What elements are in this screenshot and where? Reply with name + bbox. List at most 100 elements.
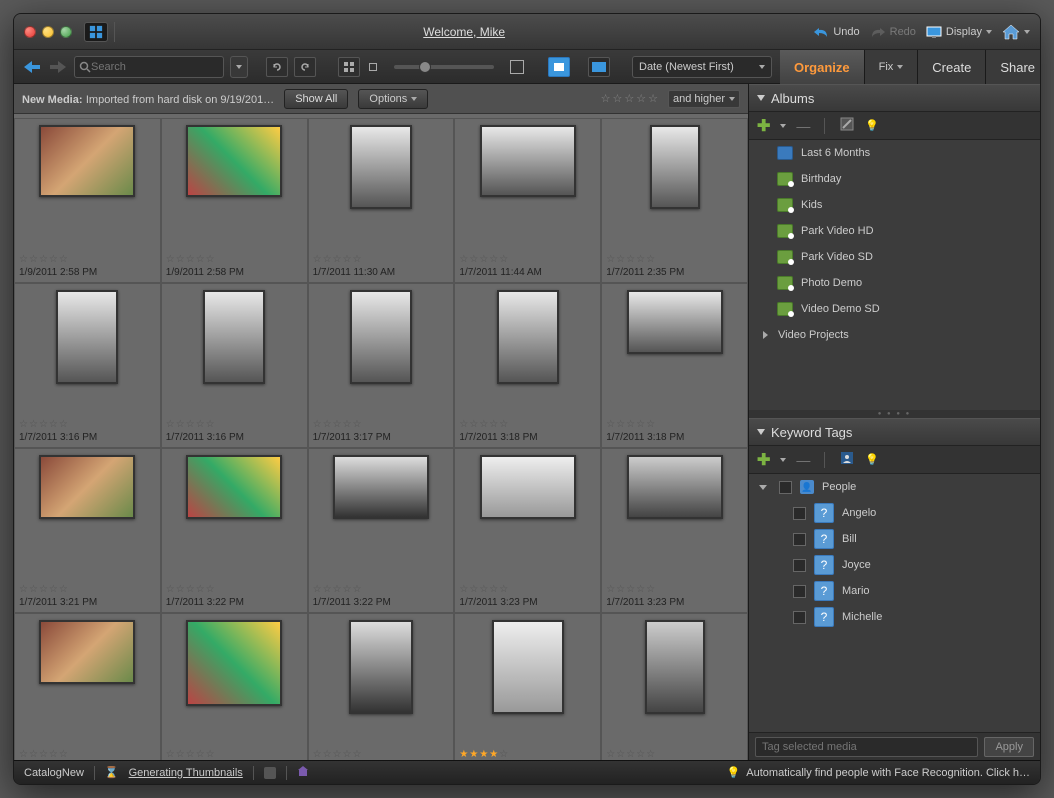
thumbnail-cell[interactable]: ☆☆☆☆☆1/7/2011 3:21 PM bbox=[14, 448, 161, 613]
checkbox[interactable] bbox=[793, 611, 806, 624]
close-window-button[interactable] bbox=[24, 26, 36, 38]
nav-back-button[interactable] bbox=[22, 59, 42, 75]
album-item[interactable]: Park Video HD bbox=[749, 218, 1040, 244]
thumbnail-image[interactable] bbox=[645, 620, 705, 714]
status-icon[interactable] bbox=[264, 767, 276, 779]
thumbnail-cell[interactable]: ★★★★☆1/5/2011 4:49 PM bbox=[454, 613, 601, 760]
thumbnail-cell[interactable]: ☆☆☆☆☆1/7/2011 3:22 PM bbox=[308, 448, 455, 613]
album-item[interactable]: Birthday bbox=[749, 166, 1040, 192]
thumbnail-cell[interactable]: ☆☆☆☆☆1/7/2011 11:30 AM bbox=[308, 118, 455, 283]
tab-share[interactable]: Share bbox=[986, 50, 1041, 84]
thumbnail-cell[interactable]: ☆☆☆☆☆1/7/2011 3:16 PM bbox=[161, 283, 308, 448]
add-album-button[interactable]: ✚ bbox=[757, 116, 770, 136]
status-tip[interactable]: Automatically find people with Face Reco… bbox=[746, 767, 1030, 779]
thumbnail-image[interactable] bbox=[480, 125, 576, 197]
thumbnail-cell[interactable]: ☆☆☆☆☆1/7/2011 11:44 AM bbox=[454, 118, 601, 283]
rating-stars[interactable]: ☆☆☆☆☆ bbox=[166, 749, 303, 760]
show-all-button[interactable]: Show All bbox=[284, 89, 348, 109]
options-menu[interactable]: Options bbox=[358, 89, 428, 109]
album-item[interactable]: Video Projects bbox=[749, 322, 1040, 348]
edit-album-button[interactable] bbox=[839, 116, 855, 135]
display-menu[interactable]: Display bbox=[926, 26, 992, 38]
checkbox[interactable] bbox=[793, 559, 806, 572]
person-tag-item[interactable]: ?Bill bbox=[749, 526, 1040, 552]
thumbnail-cell[interactable]: ☆☆☆☆☆1/7/2011 3:23 PM bbox=[14, 613, 161, 760]
rating-stars[interactable]: ☆☆☆☆☆ bbox=[606, 254, 743, 265]
rating-stars[interactable]: ☆☆☆☆☆ bbox=[166, 254, 303, 265]
checkbox[interactable] bbox=[793, 585, 806, 598]
thumbnail-image[interactable] bbox=[39, 125, 135, 197]
app-menu-icon[interactable] bbox=[84, 22, 108, 42]
thumbnail-image[interactable] bbox=[350, 290, 412, 384]
thumbnail-image[interactable] bbox=[186, 455, 282, 519]
thumbnail-cell[interactable]: ☆☆☆☆☆1/7/2011 3:17 PM bbox=[308, 283, 455, 448]
slider-thumb[interactable] bbox=[419, 61, 431, 73]
redo-button[interactable]: Redo bbox=[870, 26, 916, 38]
tab-fix[interactable]: Fix bbox=[865, 50, 919, 84]
thumbnail-image[interactable] bbox=[650, 125, 700, 209]
rating-stars[interactable]: ☆☆☆☆☆ bbox=[166, 419, 303, 430]
rating-stars[interactable]: ☆☆☆☆☆ bbox=[606, 419, 743, 430]
thumbnail-image[interactable] bbox=[349, 620, 413, 714]
tags-panel-header[interactable]: Keyword Tags bbox=[749, 418, 1040, 446]
thumbnail-cell[interactable]: ☆☆☆☆☆1/7/2011 3:23 PM bbox=[601, 448, 748, 613]
thumbnail-image[interactable] bbox=[627, 455, 723, 519]
thumbnail-image[interactable] bbox=[39, 455, 135, 519]
rating-stars[interactable]: ☆☆☆☆☆ bbox=[19, 749, 156, 760]
person-tag-item[interactable]: ?Michelle bbox=[749, 604, 1040, 630]
thumbnail-cell[interactable]: ☆☆☆☆☆1/6/2011 1:42 PM bbox=[161, 613, 308, 760]
rating-stars[interactable]: ☆☆☆☆☆ bbox=[606, 584, 743, 595]
search-input[interactable] bbox=[91, 61, 219, 73]
thumbnail-cell[interactable]: ☆☆☆☆☆1/1/2011 3:42 PM bbox=[601, 613, 748, 760]
album-item[interactable]: Last 6 Months bbox=[749, 140, 1040, 166]
thumbnail-image[interactable] bbox=[350, 125, 412, 209]
thumbnail-image[interactable] bbox=[186, 620, 282, 706]
tip-icon[interactable]: 💡 bbox=[865, 453, 879, 466]
home-status-icon[interactable] bbox=[297, 765, 309, 780]
view-single-button[interactable] bbox=[548, 57, 570, 77]
albums-panel-header[interactable]: Albums bbox=[749, 84, 1040, 112]
person-tag-item[interactable]: ?Joyce bbox=[749, 552, 1040, 578]
thumbnail-cell[interactable]: ☆☆☆☆☆1/7/2011 2:35 PM bbox=[601, 118, 748, 283]
panel-resize-grip[interactable]: ● ● ● ● bbox=[749, 410, 1040, 418]
search-field[interactable] bbox=[74, 56, 224, 78]
tab-create[interactable]: Create bbox=[918, 50, 986, 84]
view-grid-button[interactable] bbox=[338, 57, 360, 77]
apply-tag-button[interactable]: Apply bbox=[984, 737, 1034, 757]
rating-stars[interactable]: ☆☆☆☆☆ bbox=[313, 254, 450, 265]
album-item[interactable]: Photo Demo bbox=[749, 270, 1040, 296]
rating-stars[interactable]: ☆☆☆☆☆ bbox=[313, 584, 450, 595]
thumbnail-size-slider[interactable] bbox=[394, 65, 494, 69]
rating-stars[interactable]: ☆☆☆☆☆ bbox=[606, 749, 743, 760]
person-tag-item[interactable]: ?Mario bbox=[749, 578, 1040, 604]
person-tag-item[interactable]: ?Angelo bbox=[749, 500, 1040, 526]
nav-forward-button[interactable] bbox=[48, 59, 68, 75]
thumbnail-cell[interactable]: ☆☆☆☆☆1/7/2011 3:18 PM bbox=[601, 283, 748, 448]
rating-stars[interactable]: ☆☆☆☆☆ bbox=[313, 419, 450, 430]
rating-stars[interactable]: ☆☆☆☆☆ bbox=[459, 419, 596, 430]
thumbnail-cell[interactable]: ☆☆☆☆☆1/7/2011 3:23 PM bbox=[454, 448, 601, 613]
rating-stars[interactable]: ☆☆☆☆☆ bbox=[313, 749, 450, 760]
remove-album-button[interactable]: — bbox=[796, 118, 810, 134]
tag-input[interactable] bbox=[755, 737, 978, 757]
remove-tag-button[interactable]: — bbox=[796, 452, 810, 468]
search-options-button[interactable] bbox=[230, 56, 248, 78]
tip-icon[interactable]: 💡 bbox=[865, 119, 879, 132]
rating-stars[interactable]: ★★★★☆ bbox=[459, 749, 596, 760]
thumbnail-cell[interactable]: ☆☆☆☆☆1/5/2011 11:56 AM bbox=[308, 613, 455, 760]
home-button[interactable] bbox=[1002, 24, 1030, 40]
thumbnail-cell[interactable]: ☆☆☆☆☆1/9/2011 2:58 PM bbox=[161, 118, 308, 283]
undo-button[interactable]: Undo bbox=[813, 26, 859, 38]
sort-dropdown[interactable]: Date (Newest First) bbox=[632, 56, 772, 78]
checkbox[interactable] bbox=[779, 481, 792, 494]
thumbnail-cell[interactable]: ☆☆☆☆☆1/7/2011 3:18 PM bbox=[454, 283, 601, 448]
thumbnail-image[interactable] bbox=[186, 125, 282, 197]
minimize-window-button[interactable] bbox=[42, 26, 54, 38]
rating-stars[interactable]: ☆☆☆☆☆ bbox=[459, 584, 596, 595]
thumbnail-cell[interactable]: ☆☆☆☆☆1/7/2011 3:16 PM bbox=[14, 283, 161, 448]
rating-stars[interactable]: ☆☆☆☆☆ bbox=[19, 584, 156, 595]
fullscreen-button[interactable] bbox=[588, 57, 610, 77]
album-item[interactable]: Kids bbox=[749, 192, 1040, 218]
thumbnail-image[interactable] bbox=[56, 290, 118, 384]
thumbnail-cell[interactable]: ☆☆☆☆☆1/7/2011 3:22 PM bbox=[161, 448, 308, 613]
